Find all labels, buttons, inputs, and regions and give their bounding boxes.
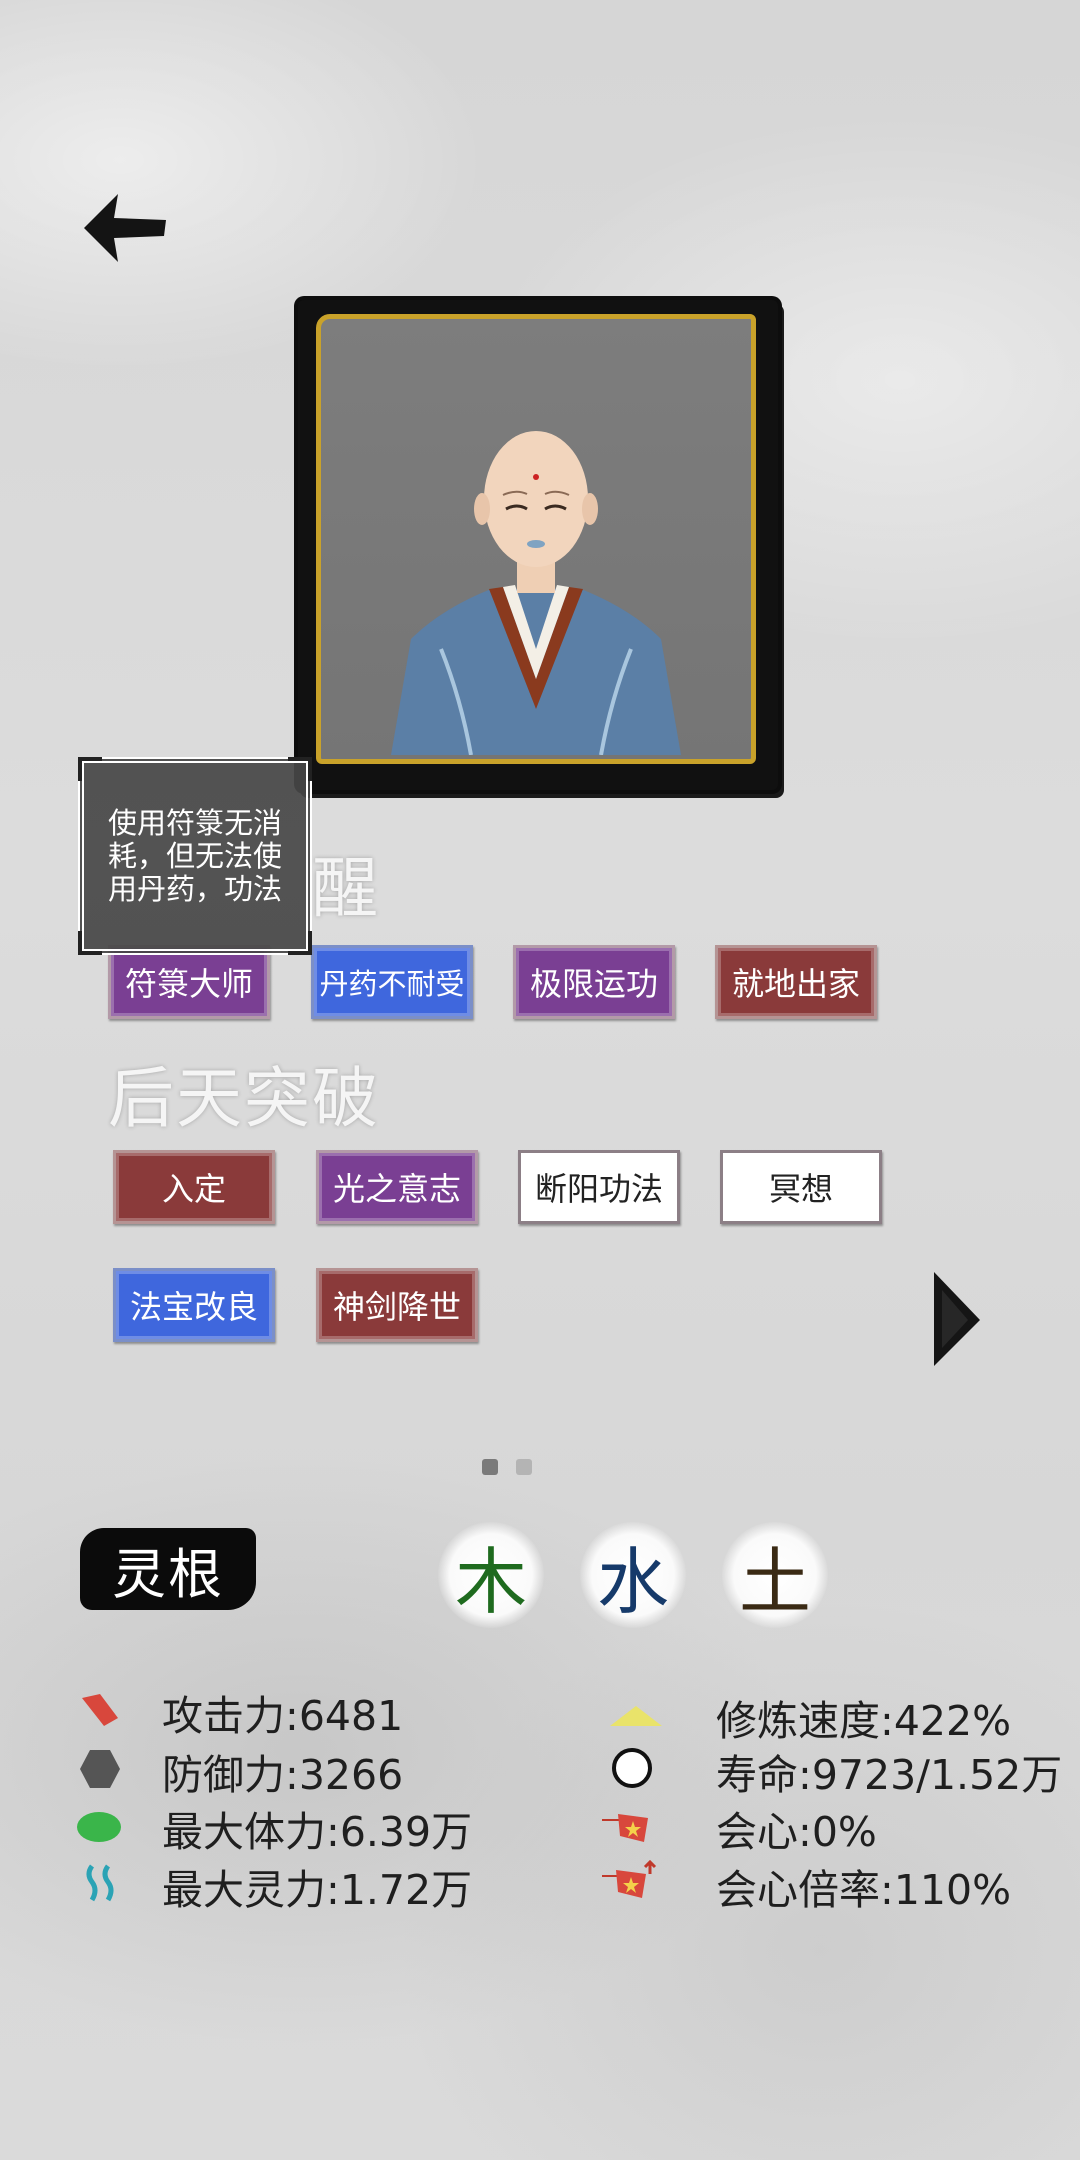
back-button[interactable] (78, 190, 170, 268)
element-earth: 土 (722, 1522, 828, 1628)
stat-max-hp: 最大体力:6.39万 (162, 1808, 473, 1856)
next-arrow-icon (934, 1272, 980, 1366)
trait-tag[interactable]: 就地出家 (715, 945, 877, 1019)
stat-cultivation-speed: 修炼速度:422% (716, 1697, 1012, 1745)
skill-tag[interactable]: 冥想 (720, 1150, 882, 1224)
character-portrait (391, 431, 681, 755)
crit-icon (602, 1814, 648, 1842)
tooltip-text: 使用符箓无消耗，但无法使用丹药，功法 (107, 805, 282, 906)
hp-icon (77, 1812, 121, 1842)
trait-tag[interactable]: 丹药不耐受 (311, 945, 473, 1019)
linggen-label: 灵根 (112, 1542, 224, 1606)
lifespan-icon (612, 1748, 652, 1788)
back-arrow-icon (84, 194, 166, 262)
stat-crit-multiplier: 会心倍率:110% (716, 1866, 1012, 1914)
stat-max-mp: 最大灵力:1.72万 (162, 1866, 473, 1914)
stat-lifespan: 寿命:9723/1.52万 (716, 1751, 1063, 1799)
section-title-acquired-breakthrough: 后天突破 (108, 1060, 380, 1137)
mp-icon (86, 1864, 114, 1902)
trait-tag[interactable]: 极限运功 (513, 945, 675, 1019)
stat-defense: 防御力:3266 (162, 1751, 404, 1799)
stat-attack: 攻击力:6481 (162, 1692, 404, 1740)
element-wood: 木 (438, 1522, 544, 1628)
stat-crit: 会心:0% (716, 1808, 877, 1856)
next-page-button[interactable] (932, 1270, 982, 1368)
page-dot-active[interactable] (482, 1459, 498, 1475)
trait-tooltip: 使用符箓无消耗，但无法使用丹药，功法 (78, 757, 312, 955)
trait-tag[interactable]: 符箓大师 (108, 945, 270, 1019)
linggen-badge: 灵根 (80, 1528, 256, 1610)
skill-tag[interactable]: 断阳功法 (518, 1150, 680, 1224)
skill-tag[interactable]: 入定 (113, 1150, 275, 1224)
cultivation-speed-icon (610, 1706, 662, 1726)
attack-icon (82, 1694, 118, 1726)
crit-multiplier-icon (602, 1860, 657, 1898)
section-title-awakening: 醒 (312, 850, 378, 927)
skill-tag[interactable]: 神剑降世 (316, 1268, 478, 1342)
element-water: 水 (580, 1522, 686, 1628)
skill-tag[interactable]: 光之意志 (316, 1150, 478, 1224)
page-dot[interactable] (516, 1459, 532, 1475)
skill-tag[interactable]: 法宝改良 (113, 1268, 275, 1342)
defense-icon (80, 1750, 120, 1788)
character-portrait-frame (298, 300, 778, 790)
